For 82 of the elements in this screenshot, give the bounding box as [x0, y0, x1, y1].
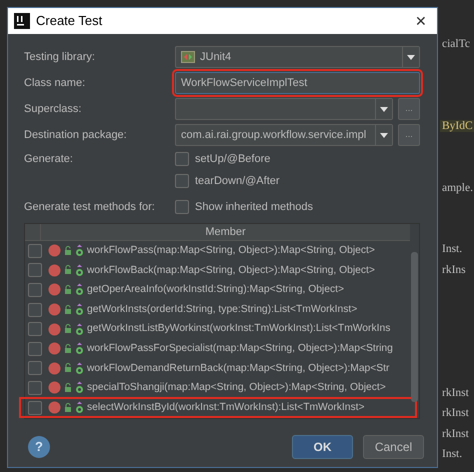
code-text: Inst. [441, 448, 464, 460]
field-label: Superclass: [24, 102, 82, 117]
browse-button[interactable]: ... [398, 124, 420, 146]
method-icon [48, 381, 61, 394]
method-icon [48, 283, 61, 296]
code-text: Inst. [441, 243, 464, 255]
override-icon [75, 244, 84, 258]
checkbox[interactable] [28, 244, 42, 258]
field-value: JUnit4 [200, 50, 232, 65]
cancel-button[interactable]: Cancel [363, 435, 424, 459]
scrollbar[interactable] [411, 252, 418, 402]
code-text: rkInst [441, 386, 470, 398]
field-label: Testing library: [24, 50, 96, 65]
lock-icon [64, 344, 72, 354]
checkbox[interactable] [28, 263, 42, 278]
ok-button[interactable]: OK [292, 435, 353, 459]
checkbox[interactable] [28, 380, 42, 395]
method-signature[interactable]: workFlowPass(map:Map<String, Object>):Map<String, Object> [87, 243, 375, 259]
method-signature[interactable]: getWorkInsts(orderId:String, type:String):List<TmWorkInst> [87, 302, 358, 318]
checkbox[interactable] [28, 302, 42, 317]
method-signature[interactable]: selectWorkInstById(workInst:TmWorkInst):List<TmWorkInst> [87, 400, 365, 416]
window-title: Create Test [36, 12, 104, 30]
browse-button[interactable]: ... [398, 98, 420, 120]
checkbox[interactable] [28, 361, 42, 376]
field-label: Generate: [24, 152, 73, 165]
class-name-field[interactable]: WorkFlowServiceImplTest [175, 72, 420, 94]
checkbox[interactable] [175, 174, 189, 188]
checkbox-label: Show inherited methods [195, 200, 314, 215]
app-logo-icon [14, 13, 30, 29]
method-signature[interactable]: workFlowPassForSpecialist(map:Map<String, Object>):Map<String [87, 341, 393, 356]
checkbox[interactable] [175, 200, 189, 214]
method-icon [48, 264, 61, 277]
method-signature[interactable]: specialToShangji(map:Map<String, Object>):Map<String, Object> [87, 380, 386, 396]
lock-icon [64, 402, 72, 413]
lock-icon [64, 363, 72, 374]
field-label: Class name: [24, 76, 86, 91]
override-icon [75, 264, 84, 277]
code-text: rkInst [441, 428, 470, 440]
checkbox-label: tearDown/@After [195, 174, 280, 189]
checkbox-label: setUp/@Before [195, 152, 270, 167]
library-icon [181, 51, 195, 63]
method-icon [48, 303, 61, 316]
method-signature[interactable]: workFlowDemandReturnBack(map:Map<String, Object>):Map<Str [87, 360, 390, 376]
close-button[interactable]: ✕ [411, 10, 431, 32]
method-icon [48, 401, 61, 414]
code-text: cialTc [441, 38, 471, 50]
method-icon [48, 362, 61, 375]
code-text: ByIdC [440, 120, 474, 132]
field-label: Destination package: [24, 128, 128, 143]
lock-icon [64, 265, 72, 276]
dropdown-field[interactable] [175, 98, 393, 120]
override-icon [75, 283, 84, 296]
code-text: rkIns [441, 264, 467, 276]
checkbox[interactable] [28, 282, 42, 297]
method-icon [48, 322, 61, 336]
override-icon [75, 342, 84, 356]
override-icon [75, 322, 84, 336]
checkbox[interactable] [28, 400, 42, 415]
checkbox[interactable] [175, 152, 189, 166]
checkbox[interactable] [28, 342, 42, 356]
method-icon [48, 244, 61, 258]
help-button[interactable]: ? [28, 436, 50, 458]
field-label: Generate test methods for: [24, 200, 156, 215]
lock-icon [64, 382, 72, 393]
dropdown-field[interactable]: JUnit4 [175, 46, 420, 68]
checkbox[interactable] [28, 322, 42, 336]
override-icon [75, 303, 84, 316]
method-signature[interactable]: getOperAreaInfo(workInstId:String):Map<String, Object> [87, 282, 344, 298]
override-icon [75, 401, 84, 414]
code-text: rkInst [441, 407, 470, 419]
method-signature[interactable]: getWorkInstListByWorkinst(workInst:TmWorkInst):List<TmWorkIns [87, 321, 390, 337]
method-signature[interactable]: workFlowBack(map:Map<String, Object>):Map<String, Object> [87, 262, 375, 278]
lock-icon [64, 304, 72, 315]
override-icon [75, 381, 84, 394]
override-icon [75, 362, 84, 375]
lock-icon [64, 284, 72, 295]
code-text: ample. [441, 182, 474, 194]
field-value: com.ai.rai.group.workflow.service.impl [181, 128, 366, 143]
method-icon [48, 342, 61, 356]
lock-icon [64, 246, 72, 256]
lock-icon [64, 324, 72, 334]
dropdown-field[interactable]: com.ai.rai.group.workflow.service.impl [175, 124, 393, 146]
